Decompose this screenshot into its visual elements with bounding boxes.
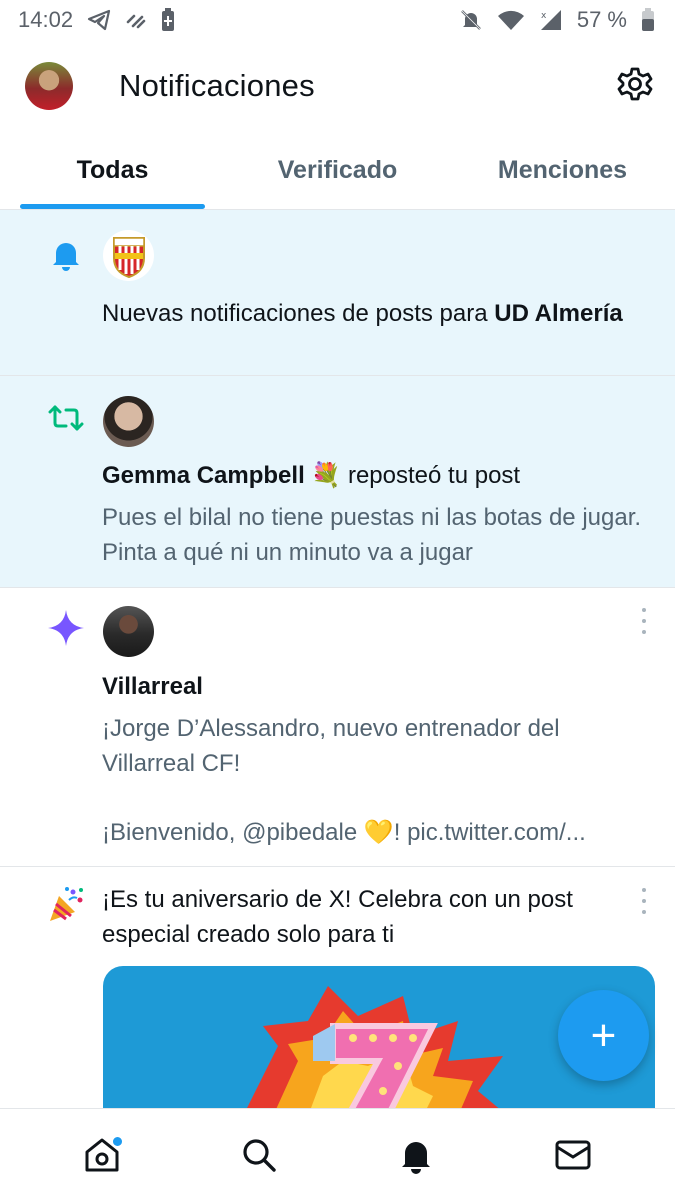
bell-icon — [44, 232, 88, 276]
post-preview-line2: ¡Bienvenido, @pibedale 💛! pic.twitter.co… — [102, 819, 586, 846]
gear-icon[interactable] — [617, 66, 653, 102]
status-bar: 14:02 x 57 % — [0, 0, 675, 40]
battery-percent: 57 % — [576, 7, 627, 32]
notification-item[interactable]: Gemma Campbell 💐 reposteó tu post Pues e… — [0, 376, 675, 588]
notification-text-pre: Nuevas notificaciones de posts para — [102, 300, 495, 327]
mute-icon — [459, 8, 483, 32]
notification-user: Gemma Campbell — [102, 462, 305, 489]
messages-icon[interactable] — [543, 1125, 603, 1185]
notification-text: ¡Es tu aniversario de X! Celebra con un … — [102, 886, 573, 948]
search-icon[interactable] — [229, 1125, 289, 1185]
active-tab-indicator — [20, 204, 205, 209]
notification-action: reposteó tu post — [341, 462, 521, 489]
home-icon[interactable] — [72, 1125, 132, 1185]
user-avatar[interactable] — [25, 62, 73, 110]
link-icon — [125, 10, 147, 30]
gemma-campbell-avatar[interactable] — [103, 396, 154, 447]
tab-label: Todas — [76, 156, 149, 184]
more-options-icon[interactable] — [639, 608, 649, 634]
bottom-navigation — [0, 1108, 675, 1200]
signal-icon: x — [539, 8, 563, 32]
notification-bold: UD Almería — [494, 300, 623, 327]
ud-almeria-crest[interactable] — [103, 230, 154, 281]
svg-text:x: x — [541, 11, 547, 21]
notifications-icon[interactable] — [386, 1125, 446, 1185]
telegram-icon — [87, 9, 111, 31]
home-new-dot — [113, 1136, 123, 1146]
sparkle-icon — [44, 606, 88, 650]
tab-verificado[interactable]: Verificado — [225, 132, 450, 209]
party-popper-icon — [44, 883, 88, 927]
battery-saver-icon — [161, 8, 175, 32]
notification-text: Nuevas notificaciones de posts para UD A… — [102, 296, 647, 331]
tab-menciones[interactable]: Menciones — [450, 132, 675, 209]
tab-label: Menciones — [497, 156, 628, 184]
more-options-icon[interactable] — [639, 888, 649, 914]
repost-icon — [44, 396, 88, 440]
compose-post-button[interactable]: + — [558, 990, 649, 1081]
notification-item[interactable]: Villarreal ¡Jorge D’Alessandro, nuevo en… — [0, 588, 675, 867]
status-time: 14:02 — [18, 7, 74, 32]
villarreal-avatar[interactable] — [103, 606, 154, 657]
compose-plus-icon: + — [590, 1010, 617, 1060]
tab-label: Verificado — [277, 156, 398, 184]
notification-item[interactable]: Nuevas notificaciones de posts para UD A… — [0, 210, 675, 376]
post-preview: Pues el bilal no tiene puestas ni las bo… — [102, 504, 642, 566]
notification-user-name: Villarreal — [102, 673, 203, 700]
tab-todas[interactable]: Todas — [0, 132, 225, 209]
post-preview-line1: ¡Jorge D’Alessandro, nuevo entrenador de… — [102, 715, 560, 777]
notification-text: Gemma Campbell 💐 reposteó tu post — [102, 458, 647, 493]
header: Notificaciones — [0, 40, 675, 132]
wifi-icon — [497, 9, 525, 31]
battery-icon — [641, 8, 655, 32]
page-title: Notificaciones — [119, 68, 315, 103]
user-emoji: 💐 — [311, 462, 342, 489]
notification-user: Villarreal — [102, 669, 647, 704]
tab-bar: Todas Verificado Menciones — [0, 132, 675, 210]
